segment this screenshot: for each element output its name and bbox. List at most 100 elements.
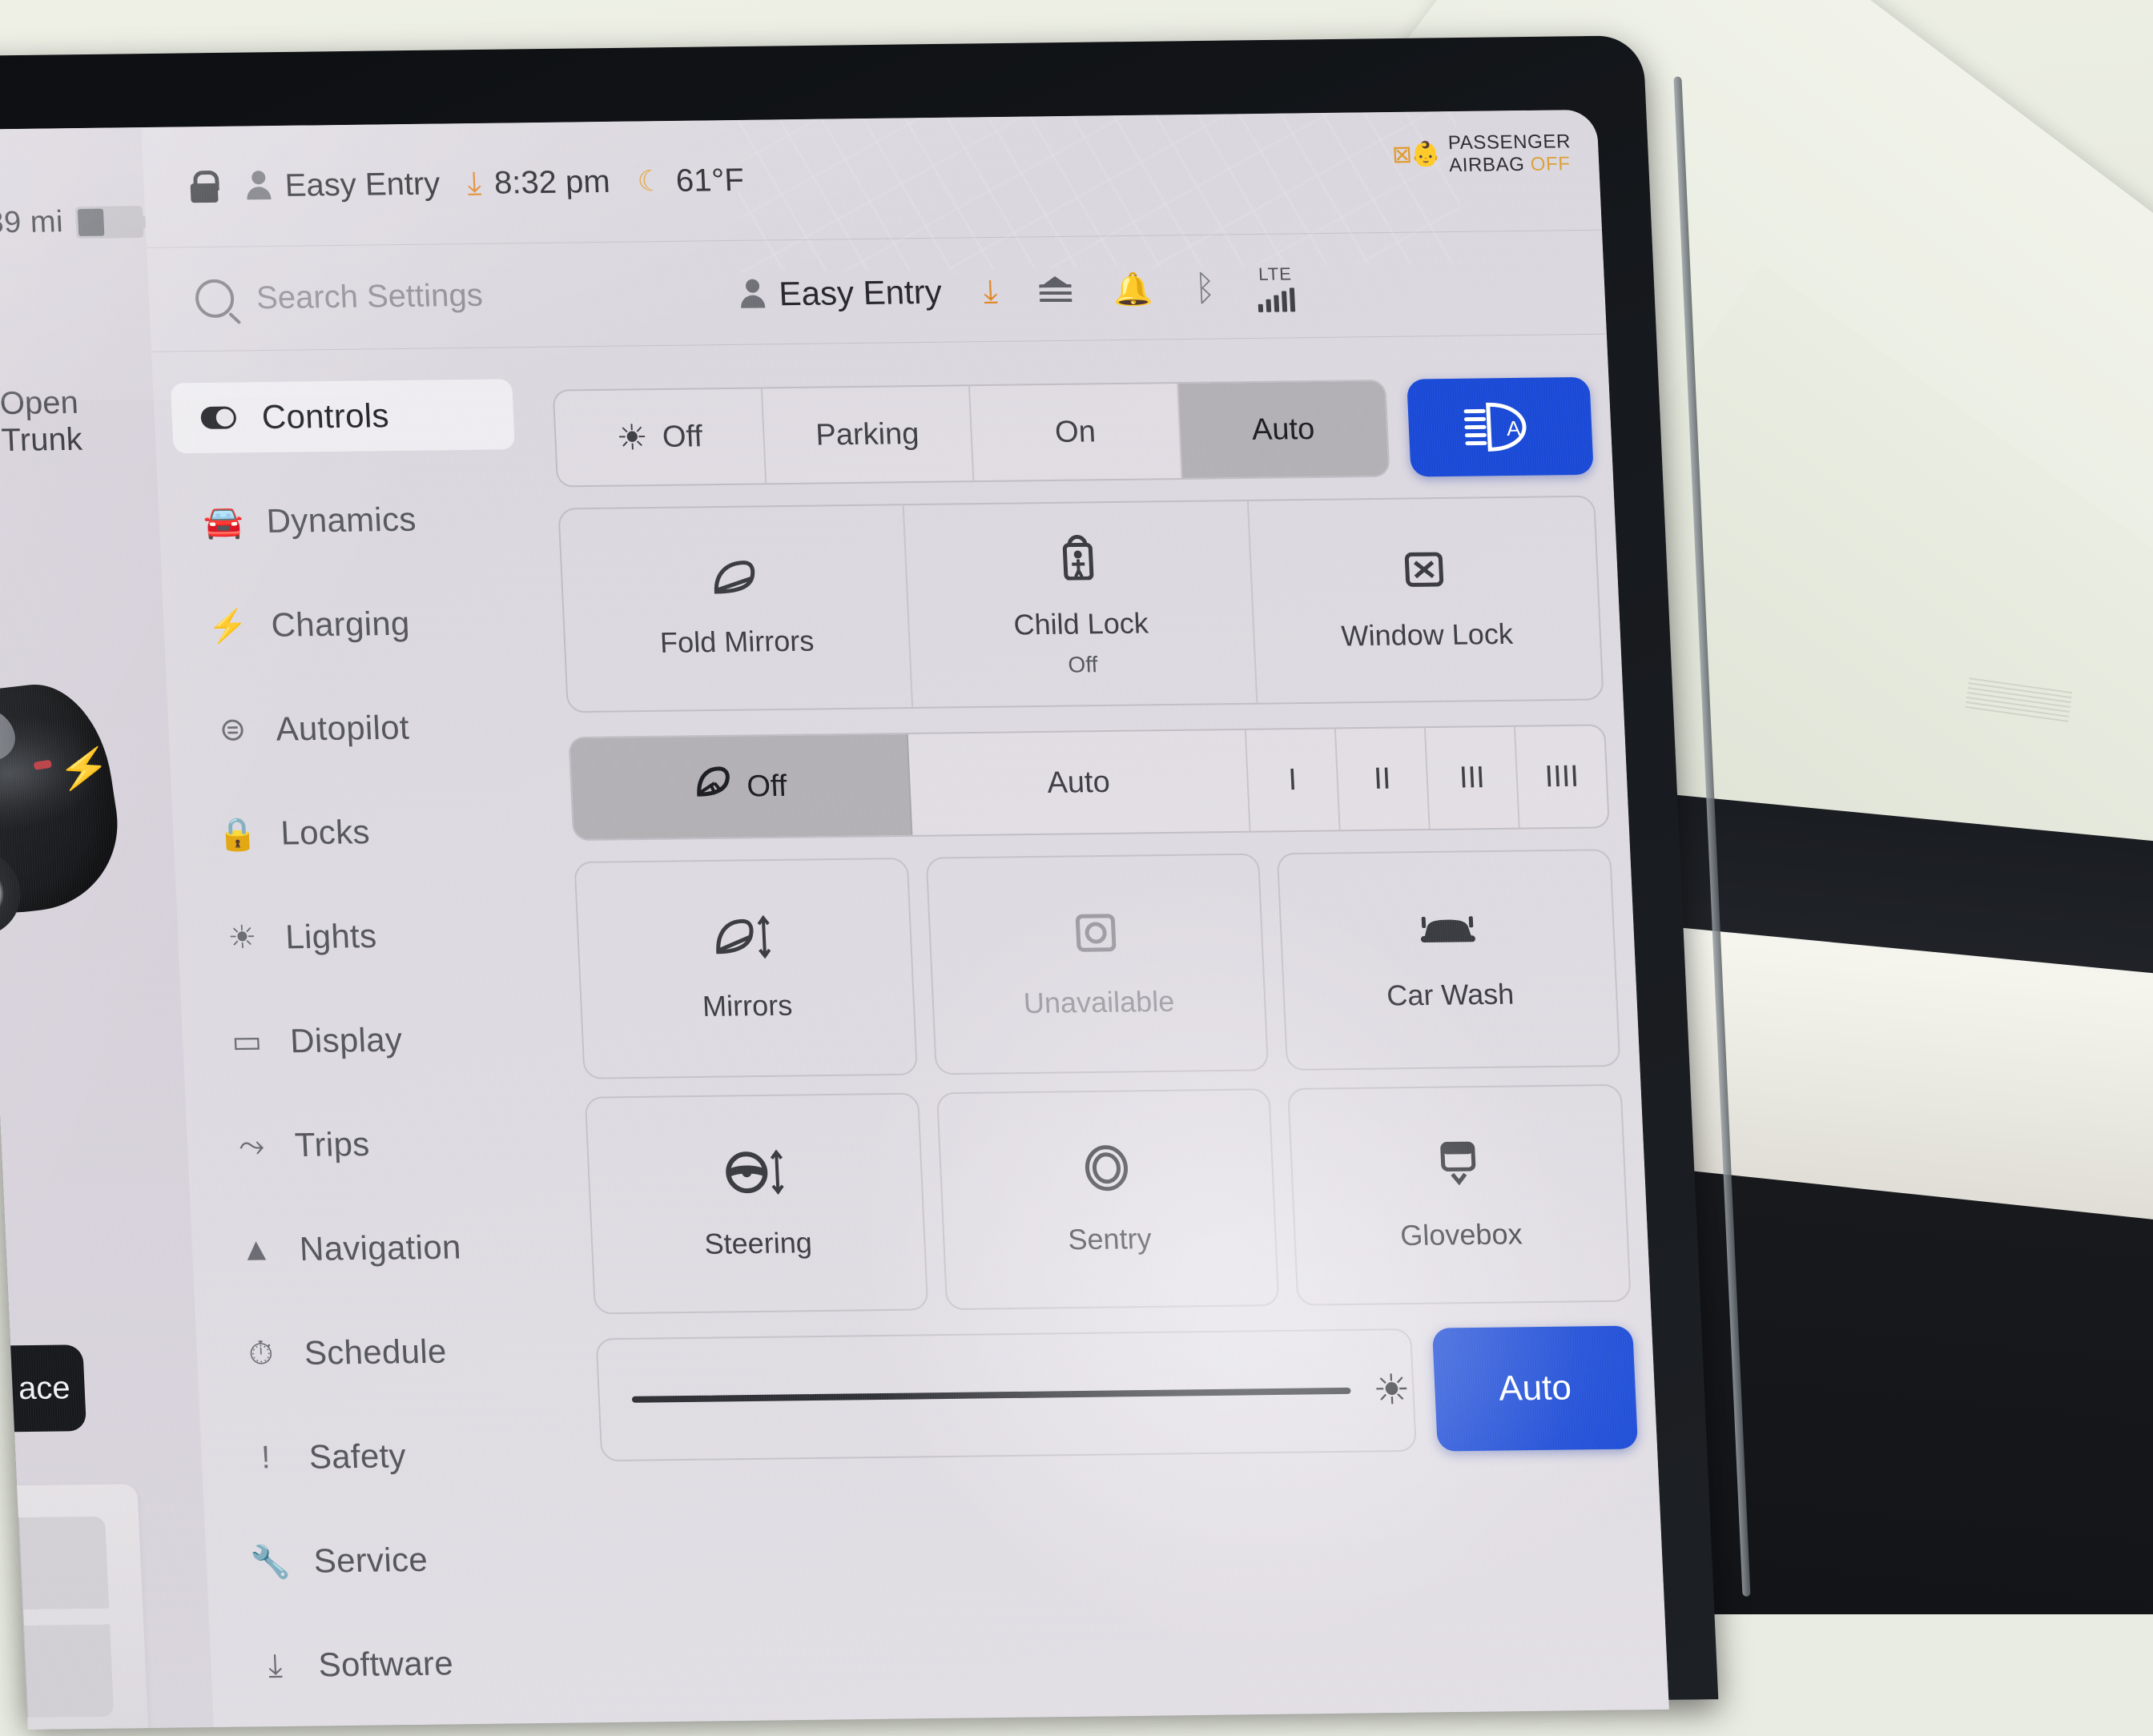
network-label: LTE (1258, 263, 1293, 284)
wiper-option-3-label: III (1459, 761, 1486, 795)
steering-tile[interactable]: Steering (585, 1093, 928, 1315)
airbag-text: PASSENGER AIRBAG OFF (1447, 131, 1572, 176)
lock-controls-grid: Fold Mirrors Child Lock Off Window Loc (557, 496, 1604, 713)
sidebar-label-schedule: Schedule (304, 1332, 448, 1372)
driver-profile-status[interactable]: Easy Entry (244, 166, 441, 204)
mirror-adjust-icon (710, 914, 779, 968)
auto-high-beam-button[interactable]: A (1406, 377, 1594, 477)
sidebar-item-autopilot[interactable]: ⊜ Autopilot (185, 691, 529, 766)
mirrors-tile[interactable]: Mirrors (573, 858, 917, 1079)
driver-profile-label: Easy Entry (284, 166, 441, 203)
wiper-option-2[interactable]: II (1336, 728, 1431, 830)
sidebar-item-service[interactable]: 🔧 Service (223, 1523, 567, 1597)
sidebar-label-navigation: Navigation (299, 1228, 462, 1268)
profile-chip-label: Easy Entry (778, 273, 942, 313)
airbag-line2: AIRBAG (1449, 154, 1526, 176)
sentry-tile[interactable]: Sentry (936, 1088, 1280, 1310)
download-icon: ⤓ (257, 1648, 294, 1683)
lights-option-on-label: On (1054, 415, 1097, 450)
lights-option-parking-label: Parking (815, 417, 920, 453)
sidebar-item-safety[interactable]: ! Safety (218, 1419, 562, 1493)
wiper-segmented-control: Off Auto I II III (568, 724, 1610, 841)
sidebar-item-dynamics[interactable]: 🚘 Dynamics (175, 483, 520, 557)
toggle-icon (200, 400, 237, 435)
fold-mirrors-button[interactable]: Fold Mirrors (559, 505, 913, 711)
window-lock-label: Window Lock (1341, 617, 1514, 653)
temperature-label: 61°F (675, 162, 745, 199)
car-wash-icon (1416, 907, 1479, 958)
lights-option-on[interactable]: On (970, 384, 1182, 480)
unlock-icon[interactable] (190, 171, 219, 203)
bulb-icon-lights: ☀ (615, 417, 649, 458)
sidebar-item-display[interactable]: ▭ Display (199, 1003, 543, 1077)
settings-sidebar: Controls 🚘 Dynamics ⚡ Charging ⊜ Autopil… (152, 363, 590, 1727)
bell-icon[interactable]: 🔔 (1113, 274, 1154, 307)
passenger-airbag-off-icon: ⊠👶 (1391, 143, 1439, 167)
wiper-option-2-label: II (1373, 762, 1391, 796)
seat-layout-card[interactable] (0, 1484, 149, 1730)
child-lock-state: Off (1068, 652, 1098, 677)
wiper-option-off[interactable]: Off (569, 734, 912, 839)
brightness-track[interactable] (632, 1388, 1350, 1403)
glovebox-icon (1434, 1139, 1483, 1198)
screen-icon: ▭ (228, 1024, 265, 1059)
camera-unavailable-label: Unavailable (1023, 984, 1175, 1019)
search-input[interactable]: Search Settings (256, 277, 484, 315)
brightness-auto-label: Auto (1498, 1368, 1572, 1409)
sidebar-item-schedule[interactable]: ⏱ Schedule (213, 1315, 557, 1389)
auto-high-beam-icon: A (1460, 398, 1539, 456)
child-lock-label: Child Lock (1013, 605, 1149, 641)
person-icon-secondary (738, 279, 767, 309)
brightness-slider[interactable]: ☀ (595, 1328, 1416, 1461)
open-trunk-action[interactable]: Open Trunk (0, 384, 83, 459)
person-icon (244, 171, 273, 201)
lights-option-off[interactable]: ☀ Off (554, 388, 767, 485)
window-lock-button[interactable]: Window Lock (1249, 497, 1603, 703)
car-front-icon: 🚘 (205, 504, 242, 539)
sidebar-item-locks[interactable]: 🔒 Locks (189, 795, 533, 870)
warning-icon: ! (247, 1440, 284, 1475)
wiper-option-4[interactable]: IIII (1515, 725, 1608, 827)
sidebar-item-navigation[interactable]: ▲ Navigation (208, 1211, 553, 1285)
quick-actions-grid: Mirrors Unavailable Car Wash (573, 849, 1631, 1314)
clock-label: 8:32 pm (493, 163, 611, 201)
child-lock-button[interactable]: Child Lock Off (904, 501, 1258, 707)
glovebox-tile[interactable]: Glovebox (1288, 1084, 1632, 1306)
status-bar: Easy Entry ⤓ 8:32 pm ☾ 61°F (141, 110, 1648, 248)
lte-signal-indicator: LTE (1256, 263, 1295, 312)
controls-content: ☀ Off Parking On Auto (529, 350, 1650, 1722)
sidebar-item-charging[interactable]: ⚡ Charging (180, 587, 525, 661)
sidebar-label-autopilot: Autopilot (275, 709, 409, 749)
battery-fill (78, 208, 104, 235)
steering-icon: ⊜ (215, 712, 252, 747)
sidebar-item-lights[interactable]: ☀ Lights (194, 899, 538, 974)
lights-option-parking[interactable]: Parking (762, 386, 974, 483)
garage-door-icon[interactable] (1039, 276, 1072, 305)
camera-icon (1071, 909, 1121, 965)
profile-chip[interactable]: Easy Entry (738, 273, 942, 314)
wiper-option-3[interactable]: III (1426, 727, 1520, 829)
trunk-label-line2: Trunk (1, 421, 83, 459)
car-wash-tile[interactable]: Car Wash (1277, 849, 1620, 1071)
sidebar-label-locks: Locks (280, 813, 370, 852)
sidebar-item-controls[interactable]: Controls (171, 379, 515, 453)
lights-option-auto[interactable]: Auto (1178, 381, 1389, 478)
sun-icon: ☀ (1372, 1369, 1411, 1412)
steering-adjust-icon (720, 1147, 790, 1206)
sidebar-item-trips[interactable]: ⤳ Trips (203, 1107, 548, 1181)
brightness-auto-button[interactable]: Auto (1432, 1326, 1638, 1452)
sidebar-item-software[interactable]: ⤓ Software (227, 1627, 572, 1702)
wiper-option-auto-label: Auto (1047, 765, 1111, 800)
glovebox-tile-label: Glovebox (1399, 1217, 1523, 1252)
wiper-option-auto[interactable]: Auto (908, 730, 1251, 835)
route-icon: ⤳ (233, 1128, 270, 1163)
download-arrow-icon-secondary[interactable]: ⤓ (983, 275, 999, 307)
bluetooth-icon[interactable]: ᛒ (1193, 271, 1216, 307)
charge-bolt-icon[interactable]: ⚡ (58, 747, 111, 792)
time-status: ⤓ 8:32 pm (466, 163, 610, 201)
battery-icon (75, 206, 144, 239)
window-lock-icon (1400, 548, 1449, 601)
bolt-icon: ⚡ (210, 608, 247, 643)
sentry-icon (1081, 1143, 1133, 1202)
wiper-option-1[interactable]: I (1246, 729, 1341, 830)
